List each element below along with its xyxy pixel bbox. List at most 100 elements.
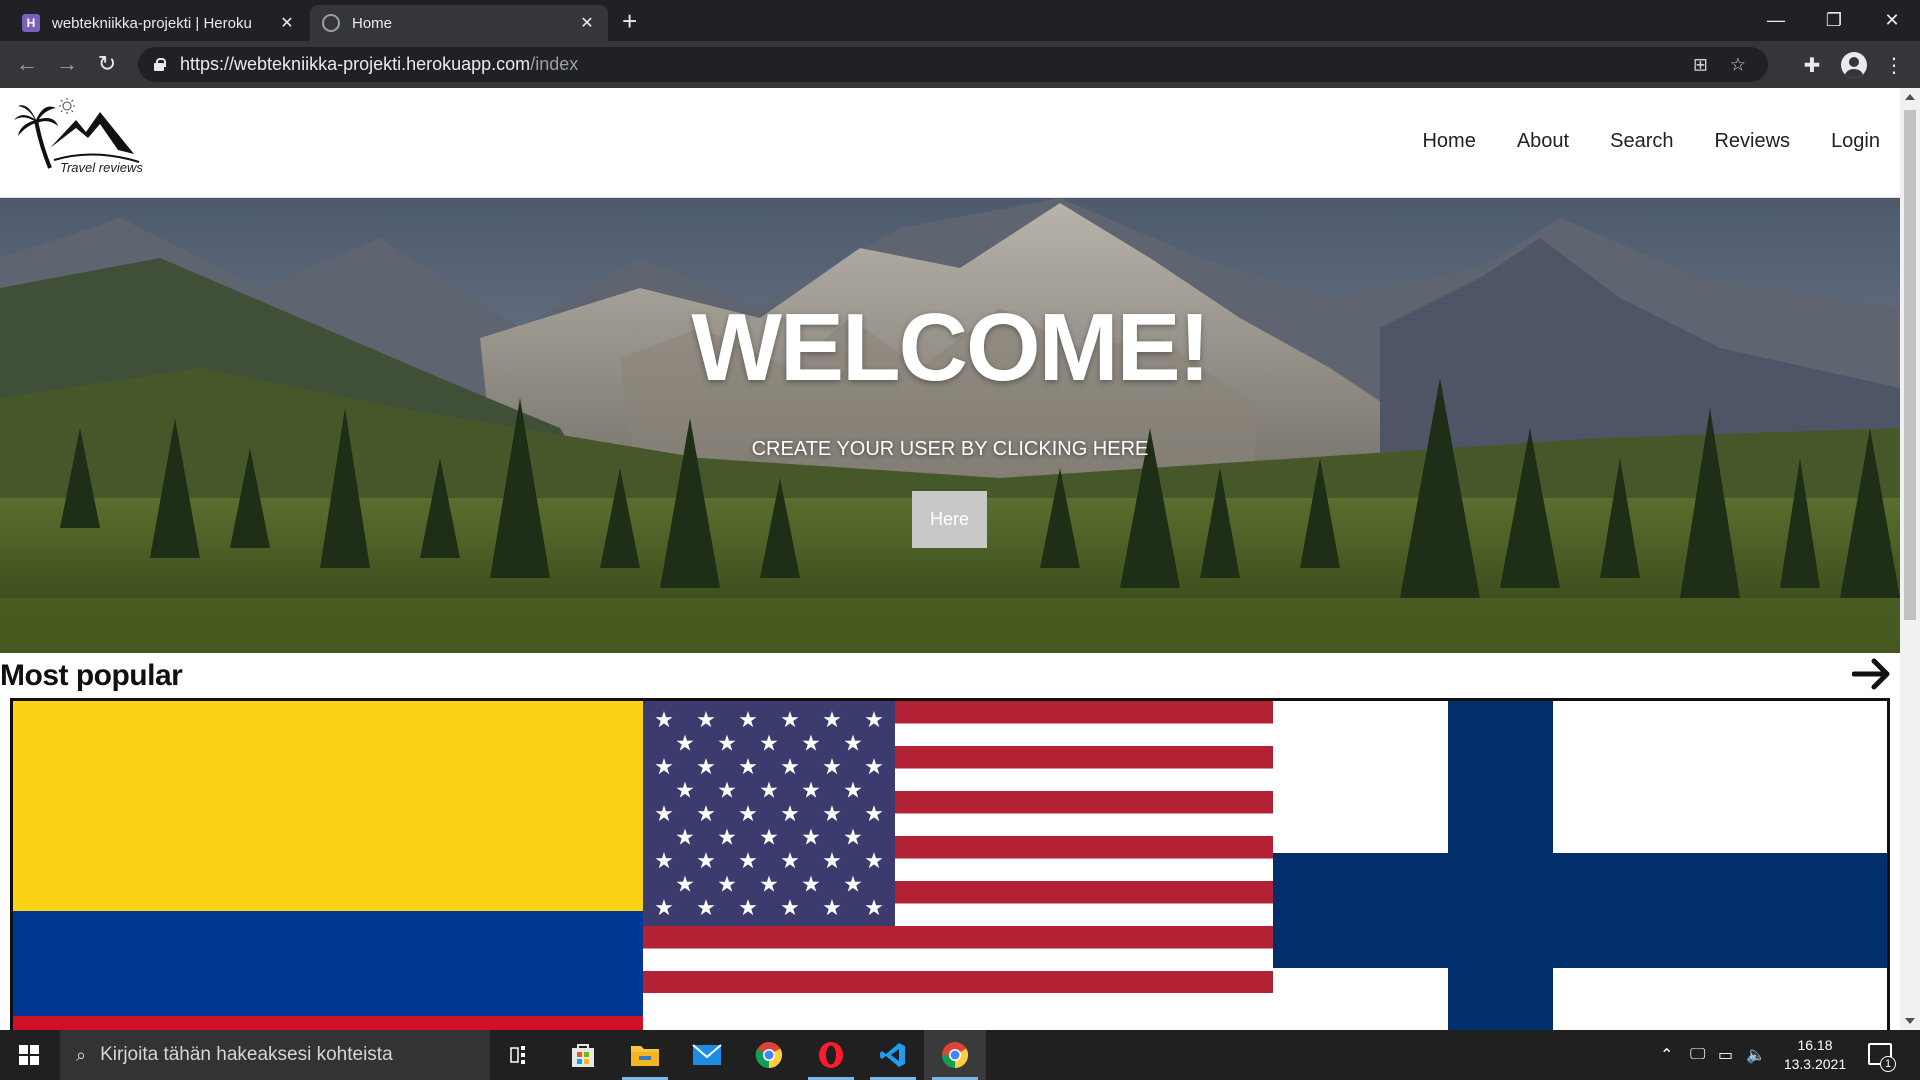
tab-title: webtekniikka-projekti | Heroku [52,14,252,32]
flag-star: ★ [654,802,674,827]
search-icon: ⌕ [76,1044,87,1065]
flag-star: ★ [717,732,737,757]
flag-star: ★ [780,896,800,921]
opera-icon[interactable] [800,1030,862,1080]
nav-search[interactable]: Search [1610,130,1673,153]
create-user-button[interactable]: Here [912,491,987,548]
flag-star: ★ [801,779,821,804]
flag-star: ★ [717,779,737,804]
most-popular-header: Most popular [0,653,1900,695]
flag-star: ★ [759,873,779,898]
hero-subtitle[interactable]: CREATE YOUR USER BY CLICKING HERE [0,438,1900,461]
flag-star: ★ [864,849,884,874]
travel-reviews-logo[interactable]: Travel reviews [14,98,149,178]
flag-star: ★ [780,755,800,780]
heroku-icon: H [22,14,40,32]
flag-star: ★ [654,755,674,780]
colombia-flag[interactable] [13,701,643,1030]
flag-star: ★ [675,873,695,898]
flag-star: ★ [843,732,863,757]
flag-star: ★ [780,802,800,827]
logo-text: Travel reviews [60,160,143,175]
finland-flag[interactable] [1273,701,1890,1030]
scroll-down-icon[interactable] [1905,1018,1915,1024]
volume-icon[interactable]: 🔈 [1746,1030,1766,1080]
notification-count-badge: 1 [1880,1056,1896,1072]
flag-star: ★ [654,708,674,733]
minimize-icon[interactable]: — [1748,0,1804,41]
network-icon[interactable]: 🖵 [1690,1030,1705,1080]
vscode-icon[interactable] [862,1030,924,1080]
clock-date: 13.3.2021 [1783,1056,1847,1072]
nav-home[interactable]: Home [1422,130,1475,153]
flag-star: ★ [696,896,716,921]
battery-icon[interactable]: ▭ [1718,1030,1733,1080]
browser-toolbar: ← → ↻ https://webtekniikka-projekti.hero… [0,41,1920,88]
hero-title: WELCOME! [691,294,1210,401]
chrome-icon[interactable] [738,1030,800,1080]
flag-star: ★ [696,708,716,733]
nav-about[interactable]: About [1517,130,1569,153]
flag-star: ★ [717,826,737,851]
window-close-icon[interactable]: ✕ [1864,0,1920,41]
profile-icon[interactable] [1840,51,1868,79]
flag-star: ★ [696,849,716,874]
chrome-active-icon[interactable] [924,1030,986,1080]
url-path: /index [530,54,579,74]
forward-icon[interactable]: → [52,49,82,79]
mail-icon[interactable] [676,1030,738,1080]
close-icon[interactable]: ✕ [578,13,596,33]
file-explorer-icon[interactable] [614,1030,676,1080]
bookmark-star-icon[interactable]: ☆ [1730,54,1746,75]
back-icon[interactable]: ← [12,49,42,79]
flag-star: ★ [822,708,842,733]
site-navbar: Travel reviews Home About Search Reviews… [0,88,1900,198]
nav-login[interactable]: Login [1831,130,1880,153]
flag-star: ★ [822,896,842,921]
flag-star: ★ [843,779,863,804]
flag-star: ★ [801,826,821,851]
flag-star: ★ [675,826,695,851]
new-tab-icon[interactable]: + [622,8,637,34]
task-view-icon[interactable] [490,1030,552,1080]
flag-star: ★ [675,779,695,804]
restore-icon[interactable]: ❐ [1806,0,1862,41]
most-popular-title: Most popular [0,659,183,692]
site-nav-links: Home About Search Reviews Login [1422,130,1880,153]
taskbar-search-placeholder: Kirjoita tähän hakeaksesi kohteista [100,1044,393,1065]
flag-star: ★ [864,896,884,921]
taskbar-clock[interactable]: 16.18 13.3.2021 [1770,1036,1860,1074]
nav-reviews[interactable]: Reviews [1714,130,1790,153]
flag-star: ★ [864,708,884,733]
microsoft-store-icon[interactable] [552,1030,614,1080]
flag-star: ★ [738,802,758,827]
flag-star: ★ [864,755,884,780]
web-page: Travel reviews Home About Search Reviews… [0,88,1900,1030]
taskbar-search[interactable]: ⌕ Kirjoita tähän hakeaksesi kohteista [60,1030,490,1080]
windows-taskbar: ⌕ Kirjoita tähän hakeaksesi kohteista ⌃ … [0,1030,1920,1080]
translate-icon[interactable]: ⊞ [1693,54,1708,75]
address-bar[interactable]: https://webtekniikka-projekti.herokuapp.… [138,47,1768,82]
lock-icon [152,57,166,72]
tab-heroku[interactable]: H webtekniikka-projekti | Heroku ✕ [10,5,308,41]
usa-flag[interactable]: ★ ★ ★ ★ ★ ★★ ★ ★ ★ ★★ ★ ★ ★ ★ ★★ ★ ★ ★ ★★ ★ ★ ★ ★ ★★ ★ ★ ★ ★★ ★ ★ ★ ★ ★★… [643,701,1273,1030]
flag-star: ★ [738,849,758,874]
windows-start-icon[interactable] [0,1030,58,1080]
arrow-right-icon[interactable] [1852,657,1892,691]
tab-home[interactable]: Home ✕ [310,5,608,41]
extensions-icon[interactable]: ✚ [1798,51,1826,79]
scroll-thumb[interactable] [1904,110,1916,620]
page-scrollbar[interactable] [1900,88,1920,1030]
flag-star: ★ [696,802,716,827]
scroll-up-icon[interactable] [1905,94,1915,100]
flag-star: ★ [843,826,863,851]
flag-star: ★ [675,732,695,757]
flag-star: ★ [780,708,800,733]
close-icon[interactable]: ✕ [278,13,296,33]
reload-icon[interactable]: ↻ [92,49,122,79]
show-hidden-icons-icon[interactable]: ⌃ [1660,1030,1673,1080]
menu-kebab-icon[interactable]: ⋮ [1880,51,1908,79]
browser-tabbar: H webtekniikka-projekti | Heroku ✕ Home … [0,0,1920,41]
popular-destinations-carousel: ★ ★ ★ ★ ★ ★ ★ ★ ★ ★ ★ ★ ★ ★ ★ ★ ★ ★ ★ ★ ★ ★ ★ ★ ★ ★ ★ ★ ★ ★ ★ ★ ★ ★ ★ ★ ★ ★ ★ ★… [10,698,1890,1030]
flag-star: ★ [738,896,758,921]
